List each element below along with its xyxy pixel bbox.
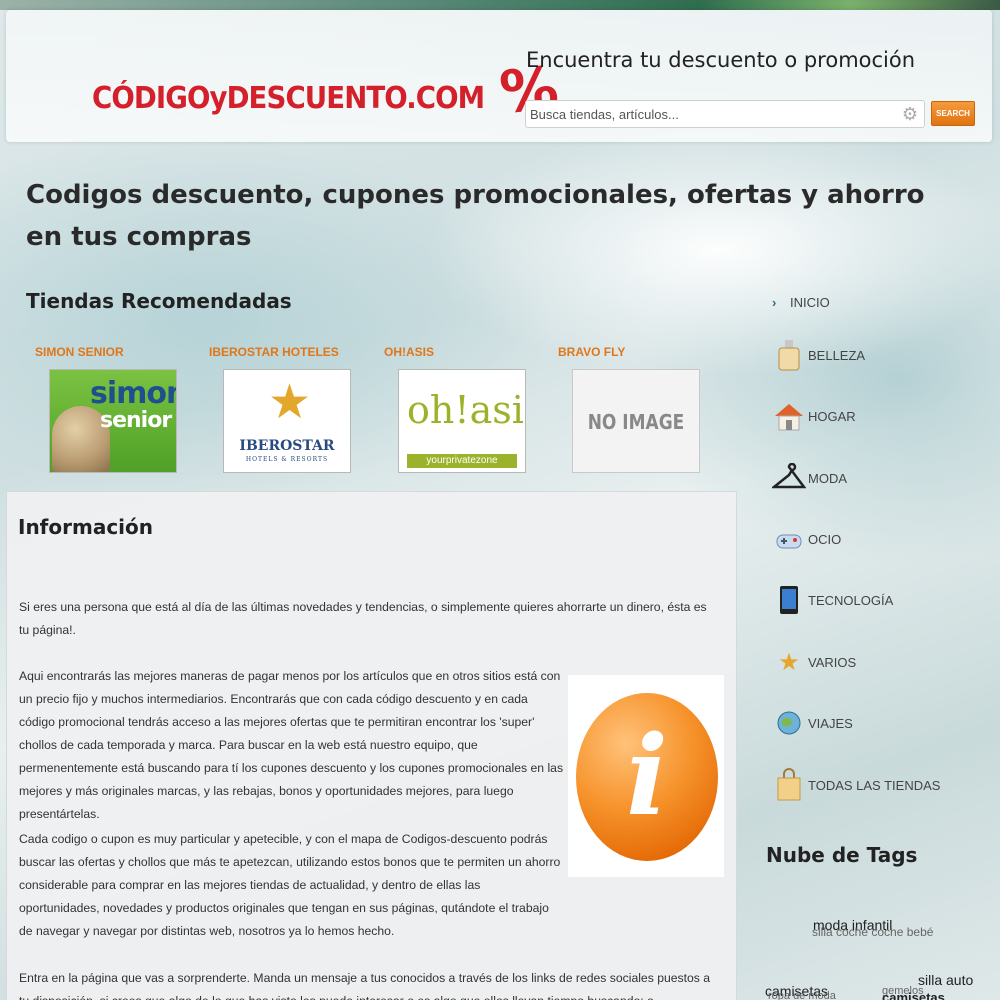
info-icon: i xyxy=(576,693,718,861)
page-title: Codigos descuento, cupones promocionales… xyxy=(26,180,925,252)
starfish-icon: ★ xyxy=(268,374,312,430)
stars-icon: ★ xyxy=(778,648,800,676)
sidebar-item-label: VIAJES xyxy=(808,715,853,731)
tag-link[interactable]: silla coche coche bebé xyxy=(812,925,933,939)
sidebar-item-varios[interactable]: ★ VARIOS xyxy=(772,645,856,679)
header-tagline: Encuentra tu descuento o promoción xyxy=(526,48,916,72)
sidebar-item-label: VARIOS xyxy=(808,654,857,670)
top-decoration-strip xyxy=(0,0,1000,10)
sidebar-item-label: MODA xyxy=(808,470,847,486)
logo-brand: IBEROSTAR xyxy=(239,438,335,454)
hanger-icon xyxy=(772,461,806,495)
tag-link[interactable]: camisetas xyxy=(882,990,945,1000)
store-name[interactable]: SIMON SENIOR xyxy=(35,345,205,359)
site-logo[interactable]: CÓDIGOyDESCUENTO.COM % xyxy=(92,46,562,127)
logo-line: senior xyxy=(100,408,172,433)
sidebar-item-viajes[interactable]: VIAJES xyxy=(772,706,853,740)
store-name[interactable]: BRAVO FLY xyxy=(558,345,728,359)
sidebar-item-moda[interactable]: MODA xyxy=(772,461,847,495)
sidebar-item-hogar[interactable]: HOGAR xyxy=(772,399,856,433)
logo-bar: yourprivatezone xyxy=(407,454,517,468)
chevron-right-icon: › xyxy=(772,295,777,310)
site-header: CÓDIGOyDESCUENTO.COM % Encuentra tu desc… xyxy=(6,10,992,142)
store-card-bravo-fly: BRAVO FLY NO IMAGE xyxy=(558,345,728,473)
sidebar-item-ocio[interactable]: OCIO xyxy=(772,522,841,556)
info-icon-letter: i xyxy=(626,711,668,840)
store-logo-simon-senior[interactable]: simon senior xyxy=(49,369,177,473)
sidebar-item-label: TECNOLOGÍA xyxy=(808,592,894,608)
sidebar-item-label: INICIO xyxy=(790,295,830,310)
shopping-bag-icon xyxy=(772,768,806,802)
house-icon xyxy=(772,399,806,433)
no-image-placeholder: NO IMAGE xyxy=(587,410,685,434)
sidebar-item-label: BELLEZA xyxy=(808,347,866,363)
sidebar-item-tecnologia[interactable]: TECNOLOGÍA xyxy=(772,583,893,617)
logo-subtitle: HOTELS & RESORTS xyxy=(245,456,329,463)
store-logo-bravo-fly[interactable]: NO IMAGE xyxy=(572,369,700,473)
perfume-bottle-icon xyxy=(772,338,806,372)
sidebar-item-label: HOGAR xyxy=(808,408,856,424)
sidebar-item-inicio[interactable]: › INICIO xyxy=(772,295,830,310)
info-paragraph: Entra en la página que vas a sorprendert… xyxy=(19,971,711,1000)
tag-link[interactable]: silla auto xyxy=(918,972,973,988)
info-image: i xyxy=(568,675,724,877)
logo-main: oh!asis xyxy=(407,388,525,432)
search-box: ⚙ xyxy=(525,100,925,128)
sidebar-item-label: OCIO xyxy=(808,531,842,547)
globe-icon xyxy=(772,706,806,740)
store-name[interactable]: IBEROSTAR HOTELES xyxy=(209,345,379,359)
info-paragraph: Cada codigo o cupon es muy particular y … xyxy=(19,832,561,938)
store-card-iberostar: IBEROSTAR HOTELES ★ IBEROSTAR HOTELS & R… xyxy=(209,345,379,473)
store-logo-ohasis[interactable]: oh!asis yourprivatezone xyxy=(398,369,526,473)
sidebar-item-todas-las-tiendas[interactable]: TODAS LAS TIENDAS xyxy=(772,768,940,802)
tag-cloud-title: Nube de Tags xyxy=(766,843,918,867)
gamepad-icon xyxy=(772,522,806,556)
search-input[interactable] xyxy=(526,102,886,126)
tablet-icon xyxy=(772,583,806,617)
tag-link[interactable]: ropa de moda xyxy=(768,990,836,1000)
store-card-ohasis: OH!ASIS oh!asis yourprivatezone xyxy=(384,345,554,473)
search-button[interactable]: SEARCH xyxy=(931,101,975,126)
sidebar-item-belleza[interactable]: BELLEZA xyxy=(772,338,865,372)
info-paragraph: Aqui encontrarás las mejores maneras de … xyxy=(19,669,564,821)
store-logo-iberostar[interactable]: ★ IBEROSTAR HOTELS & RESORTS xyxy=(223,369,351,473)
info-title: Información xyxy=(18,515,154,539)
logo-text: CÓDIGOyDESCUENTO.COM xyxy=(92,81,485,116)
logo-line: simon xyxy=(90,376,177,411)
recommended-stores-title: Tiendas Recomendadas xyxy=(26,289,292,313)
gear-icon[interactable]: ⚙ xyxy=(900,104,920,124)
store-name[interactable]: OH!ASIS xyxy=(384,345,554,359)
store-card-simon-senior: SIMON SENIOR simon senior xyxy=(35,345,205,473)
sidebar-item-label: TODAS LAS TIENDAS xyxy=(808,777,941,793)
info-paragraph: Si eres una persona que está al día de l… xyxy=(19,600,707,637)
